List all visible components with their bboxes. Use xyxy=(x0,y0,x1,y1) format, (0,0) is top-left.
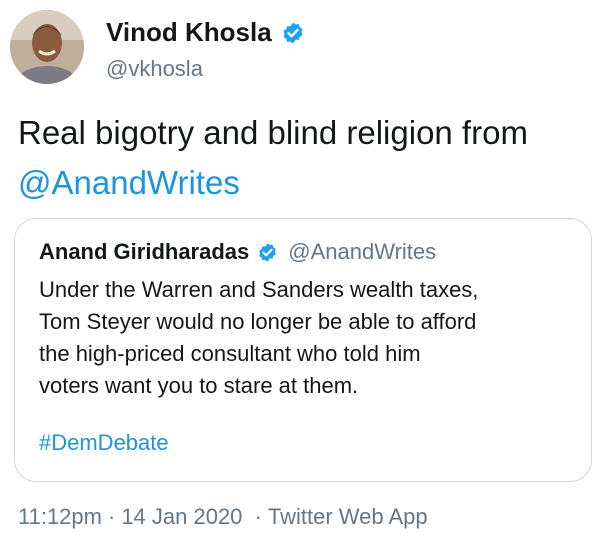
quoted-tweet-card[interactable]: Anand Giridharadas @AnandWrites Under th… xyxy=(14,218,592,482)
tweet-time[interactable]: 11:12pm xyxy=(18,504,102,529)
footer-separator: · xyxy=(107,504,116,529)
tweet-mention-link[interactable]: @AnandWrites xyxy=(18,158,598,208)
tweet-source[interactable]: Twitter Web App xyxy=(268,504,428,529)
quoted-tweet-line: Under the Warren and Sanders wealth taxe… xyxy=(39,277,479,302)
tweet-text: Real bigotry and blind religion from @An… xyxy=(18,108,598,208)
avatar-photo xyxy=(10,10,84,84)
tweet-date[interactable]: 14 Jan 2020 xyxy=(121,504,242,529)
quoted-tweet-text: Under the Warren and Sanders wealth taxe… xyxy=(39,274,579,402)
author-name-text[interactable]: Vinod Khosla xyxy=(106,17,272,48)
author-avatar[interactable] xyxy=(10,10,84,84)
quoted-tweet-header: Anand Giridharadas @AnandWrites xyxy=(39,239,436,265)
verified-badge-icon xyxy=(283,22,303,43)
tweet-footer: 11:12pm · 14 Jan 2020 · Twitter Web App xyxy=(18,504,428,530)
tweet-timestamp[interactable]: 11:12pm · 14 Jan 2020 xyxy=(18,504,249,529)
verified-badge-icon xyxy=(259,242,277,262)
author-name[interactable]: Vinod Khosla xyxy=(106,17,305,48)
quoted-author-name[interactable]: Anand Giridharadas xyxy=(39,239,249,265)
quoted-tweet-line: the high-priced consultant who told him xyxy=(39,341,421,366)
tweet-text-body: Real bigotry and blind religion from xyxy=(18,114,528,151)
quoted-tweet-line: Tom Steyer would no longer be able to af… xyxy=(39,309,477,334)
author-handle[interactable]: @vkhosla xyxy=(106,56,203,82)
quoted-author-handle[interactable]: @AnandWrites xyxy=(288,239,436,265)
hashtag-link[interactable]: #DemDebate xyxy=(39,430,169,456)
footer-separator: · xyxy=(254,504,262,529)
quoted-tweet-line: voters want you to stare at them. xyxy=(39,373,359,398)
